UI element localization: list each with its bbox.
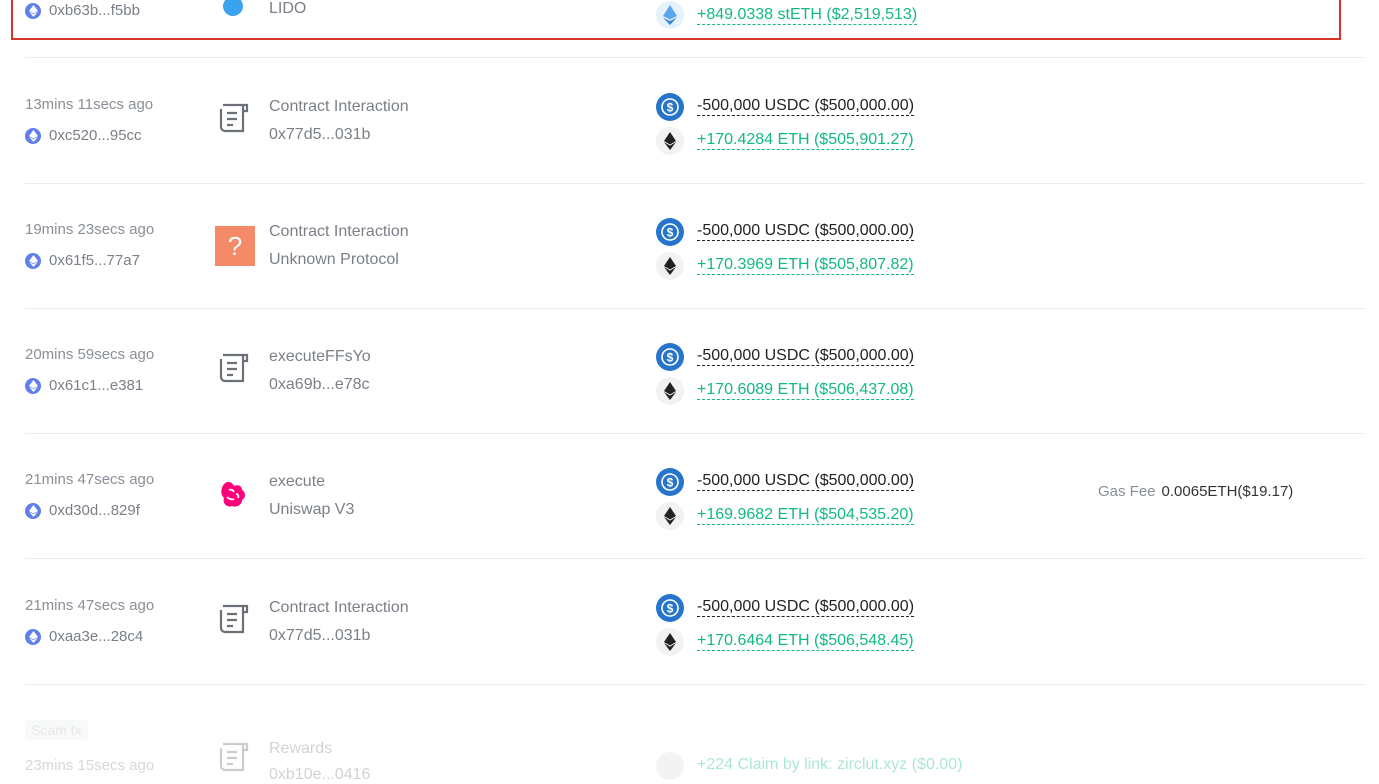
tx-address[interactable]: 0xc520...95cc xyxy=(25,127,142,144)
protocol-name[interactable]: executeFFsYo xyxy=(269,348,371,366)
address-text: 0x61c1...e381 xyxy=(49,377,144,394)
tx-time: 20mins 59secs ago xyxy=(25,346,155,363)
protocol-address[interactable]: 0xb10e...0416 xyxy=(269,766,370,784)
svg-text:$: $ xyxy=(667,351,674,365)
address-text: 0xaa3e...28c4 xyxy=(49,628,144,645)
amount-in[interactable]: +224 Claim by link: zirclut.xyz ($0.00) xyxy=(697,756,962,774)
uniswap-unicorn-icon xyxy=(215,476,251,512)
ethereum-chain-icon xyxy=(25,127,41,144)
address-text: 0xb63b...f5bb xyxy=(49,2,140,19)
tx-time: 21mins 47secs ago xyxy=(25,597,155,614)
contract-document-icon xyxy=(215,602,251,638)
eth-token-icon xyxy=(656,377,684,405)
usdc-token-icon: $ xyxy=(656,468,684,496)
amount-in[interactable]: +170.6089 ETH ($506,437.08) xyxy=(697,381,914,400)
eth-token-icon xyxy=(656,628,684,656)
row-divider xyxy=(25,308,1365,309)
tx-address[interactable]: 0x61c1...e381 xyxy=(25,377,143,394)
address-text: 0xc520...95cc xyxy=(49,127,142,144)
scam-tx-badge: Scam tx xyxy=(25,720,88,740)
amount-in[interactable]: +170.3969 ETH ($505,807.82) xyxy=(697,256,914,275)
amount-out[interactable]: -500,000 USDC ($500,000.00) xyxy=(697,472,915,491)
tx-address[interactable]: 0xb63b...f5bb xyxy=(25,2,140,19)
protocol-name[interactable]: LIDO xyxy=(269,0,306,18)
contract-document-icon xyxy=(215,351,251,387)
protocol-name[interactable]: Rewards xyxy=(269,740,332,758)
contract-document-icon xyxy=(215,101,251,137)
eth-token-icon xyxy=(656,502,684,530)
row-divider xyxy=(25,183,1365,184)
row-divider xyxy=(25,433,1365,434)
amount-in[interactable]: +170.6464 ETH ($506,548.45) xyxy=(697,632,914,651)
ethereum-chain-icon xyxy=(25,2,41,19)
tx-address[interactable]: 0xaa3e...28c4 xyxy=(25,628,143,645)
ethereum-chain-icon xyxy=(25,628,41,645)
tx-time: 13mins 11secs ago xyxy=(25,96,154,113)
amount-in[interactable]: +169.9682 ETH ($504,535.20) xyxy=(697,506,914,525)
usdc-token-icon: $ xyxy=(656,343,684,371)
ethereum-chain-icon xyxy=(25,377,41,394)
gas-fee-label: Gas Fee xyxy=(1098,483,1156,500)
amount-out[interactable]: -500,000 USDC ($500,000.00) xyxy=(697,222,915,241)
steth-token-icon xyxy=(656,1,684,29)
protocol-address[interactable]: 0xa69b...e78c xyxy=(269,376,370,394)
tx-time: 19mins 23secs ago xyxy=(25,221,155,238)
usdc-token-icon: $ xyxy=(656,594,684,622)
lido-drop-icon xyxy=(215,0,251,20)
protocol-name[interactable]: execute xyxy=(269,473,325,491)
protocol-name[interactable]: Contract Interaction xyxy=(269,599,409,617)
gas-fee: Gas Fee 0.0065ETH($19.17) xyxy=(1098,483,1293,500)
tx-time: 23mins 15secs ago xyxy=(25,757,155,774)
usdc-token-icon: $ xyxy=(656,93,684,121)
eth-token-icon xyxy=(656,127,684,155)
ethereum-chain-icon xyxy=(25,252,41,269)
address-text: 0x61f5...77a7 xyxy=(49,252,140,269)
unknown-protocol-icon: ? xyxy=(215,226,255,266)
svg-text:$: $ xyxy=(667,226,674,240)
address-text: 0xd30d...829f xyxy=(49,502,140,519)
tx-time: 21mins 47secs ago xyxy=(25,471,155,488)
gas-fee-value: 0.0065ETH($19.17) xyxy=(1161,483,1294,500)
amount-in[interactable]: +849.0338 stETH ($2,519,513) xyxy=(697,6,918,25)
protocol-address[interactable]: Unknown Protocol xyxy=(269,251,399,269)
svg-text:$: $ xyxy=(667,101,674,115)
amount-in[interactable]: +170.4284 ETH ($505,901.27) xyxy=(697,131,914,150)
protocol-name[interactable]: Contract Interaction xyxy=(269,98,409,116)
usdc-token-icon: $ xyxy=(656,218,684,246)
svg-text:$: $ xyxy=(667,602,674,616)
tx-address[interactable]: 0xd30d...829f xyxy=(25,502,140,519)
protocol-name[interactable]: Contract Interaction xyxy=(269,223,409,241)
row-divider xyxy=(25,558,1365,559)
amount-out[interactable]: -500,000 USDC ($500,000.00) xyxy=(697,347,915,366)
protocol-address[interactable]: 0x77d5...031b xyxy=(269,627,370,645)
tx-address[interactable]: 0x61f5...77a7 xyxy=(25,252,140,269)
row-divider xyxy=(25,684,1365,685)
amount-out[interactable]: -500,000 USDC ($500,000.00) xyxy=(697,598,915,617)
contract-document-icon xyxy=(215,740,251,776)
protocol-address[interactable]: 0x77d5...031b xyxy=(269,126,370,144)
svg-text:$: $ xyxy=(667,476,674,490)
protocol-address[interactable]: Uniswap V3 xyxy=(269,501,354,519)
ethereum-chain-icon xyxy=(25,502,41,519)
amount-out[interactable]: -500,000 USDC ($500,000.00) xyxy=(697,97,915,116)
row-divider xyxy=(25,57,1365,58)
eth-token-icon xyxy=(656,252,684,280)
